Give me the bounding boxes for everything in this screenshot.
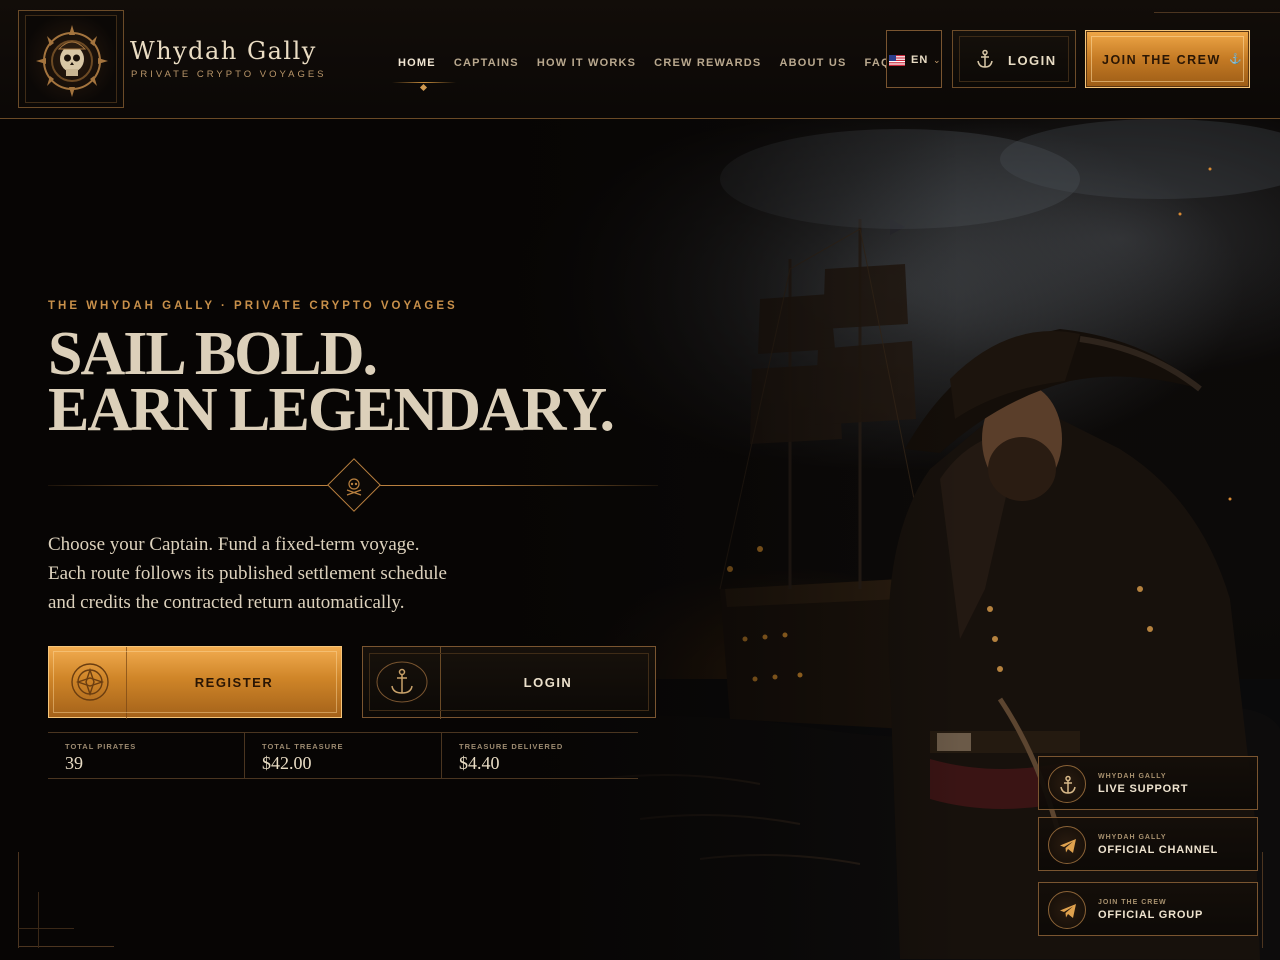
- corner-ornament-bottom-right: [1262, 852, 1263, 948]
- nav-item-about-us[interactable]: ABOUT US: [779, 57, 846, 71]
- stat-value: $42.00: [262, 753, 312, 773]
- language-selector[interactable]: EN ⌄: [886, 30, 942, 88]
- hero-description-line-1: Choose your Captain. Fund a fixed-term v…: [48, 534, 420, 555]
- register-button-divider: [126, 647, 127, 719]
- support-link-kicker: WHYDAH GALLY: [1098, 773, 1167, 780]
- stat-value: 39: [65, 753, 83, 773]
- us-flag-icon: [889, 55, 905, 66]
- nav-item-how-it-works[interactable]: HOW IT WORKS: [537, 57, 636, 71]
- active-nav-underline: [392, 82, 456, 83]
- hero-eyebrow: THE WHYDAH GALLY · PRIVATE CRYPTO VOYAGE…: [48, 300, 458, 312]
- header-login-label: LOGIN: [1008, 53, 1057, 68]
- channel-link-kicker: WHYDAH GALLY: [1098, 834, 1167, 841]
- anchor-icon: [977, 49, 993, 68]
- skull-crossbones-icon: [346, 478, 362, 496]
- stat-label: TOTAL PIRATES: [65, 742, 137, 751]
- anchor-icon: [1060, 775, 1076, 794]
- register-button[interactable]: REGISTER: [48, 646, 342, 719]
- support-icon-badge: [1048, 765, 1086, 803]
- stats-bar: TOTAL PIRATES 39 TOTAL TREASURE $42.00 T…: [48, 732, 638, 779]
- hero-description-line-2: Each route follows its published settlem…: [48, 563, 447, 584]
- hero-login-button[interactable]: LOGIN: [362, 646, 656, 719]
- hero-headline: SAIL BOLD. EARN LEGENDARY.: [48, 320, 615, 444]
- login-button-divider: [440, 647, 441, 719]
- anchor-icon: [376, 661, 428, 703]
- official-channel-link[interactable]: WHYDAH GALLY OFFICIAL CHANNEL: [1038, 817, 1258, 871]
- brand-name[interactable]: Whydah Gally: [130, 37, 317, 65]
- active-nav-indicator: [419, 83, 428, 92]
- official-group-link[interactable]: JOIN THE CREW OFFICIAL GROUP: [1038, 882, 1258, 936]
- telegram-icon: [1060, 904, 1076, 918]
- brand-logo[interactable]: [18, 10, 124, 108]
- stat-label: TOTAL TREASURE: [262, 742, 344, 751]
- headline-line-2: EARN LEGENDARY.: [48, 376, 615, 444]
- hero-description: Choose your Captain. Fund a fixed-term v…: [48, 530, 508, 617]
- stat-value: $4.40: [459, 753, 500, 773]
- anchor-small-icon: ⚓: [1229, 54, 1242, 65]
- language-code: EN: [911, 54, 929, 66]
- support-link-title: LIVE SUPPORT: [1098, 783, 1189, 795]
- stat-label: TREASURE DELIVERED: [459, 742, 564, 751]
- stat-total-treasure: TOTAL TREASURE $42.00: [245, 733, 442, 778]
- live-support-link[interactable]: WHYDAH GALLY LIVE SUPPORT: [1038, 756, 1258, 810]
- group-icon-badge: [1048, 891, 1086, 929]
- corner-ornament-bottom-left: [18, 928, 74, 929]
- headline-line-1: SAIL BOLD.: [48, 320, 378, 388]
- stat-total-pirates: TOTAL PIRATES 39: [48, 733, 245, 778]
- join-the-crew-button[interactable]: JOIN THE CREW ⚓: [1085, 30, 1250, 88]
- compass-icon: [71, 663, 109, 701]
- join-the-crew-label: JOIN THE CREW: [1102, 53, 1221, 67]
- nav-item-captains[interactable]: CAPTAINS: [454, 57, 519, 71]
- corner-ornament-bottom-left: [38, 892, 39, 948]
- nav-item-home[interactable]: HOME: [398, 57, 436, 71]
- register-label: REGISTER: [194, 675, 274, 690]
- nav-item-crew-rewards[interactable]: CREW REWARDS: [654, 57, 761, 71]
- skull-compass-emblem-icon: [36, 25, 108, 97]
- hero-login-label: LOGIN: [523, 675, 573, 690]
- main-navigation: HOME CAPTAINS HOW IT WORKS CREW REWARDS …: [398, 57, 909, 71]
- telegram-icon: [1060, 839, 1076, 853]
- hero-description-line-3: and credits the contracted return automa…: [48, 592, 405, 613]
- corner-ornament-bottom-left: [18, 852, 19, 948]
- group-link-title: OFFICIAL GROUP: [1098, 909, 1204, 921]
- corner-ornament-bottom-left: [18, 946, 114, 947]
- group-link-kicker: JOIN THE CREW: [1098, 899, 1167, 906]
- header-login-button[interactable]: LOGIN: [952, 30, 1076, 88]
- chevron-down-icon: ⌄: [933, 55, 941, 65]
- channel-icon-badge: [1048, 826, 1086, 864]
- corner-ornament-top-right: [1154, 12, 1280, 13]
- channel-link-title: OFFICIAL CHANNEL: [1098, 844, 1219, 856]
- stat-treasure-delivered: TREASURE DELIVERED $4.40: [442, 733, 638, 778]
- brand-tagline: PRIVATE CRYPTO VOYAGES: [131, 69, 327, 80]
- site-header: Whydah Gally PRIVATE CRYPTO VOYAGES HOME…: [0, 0, 1280, 119]
